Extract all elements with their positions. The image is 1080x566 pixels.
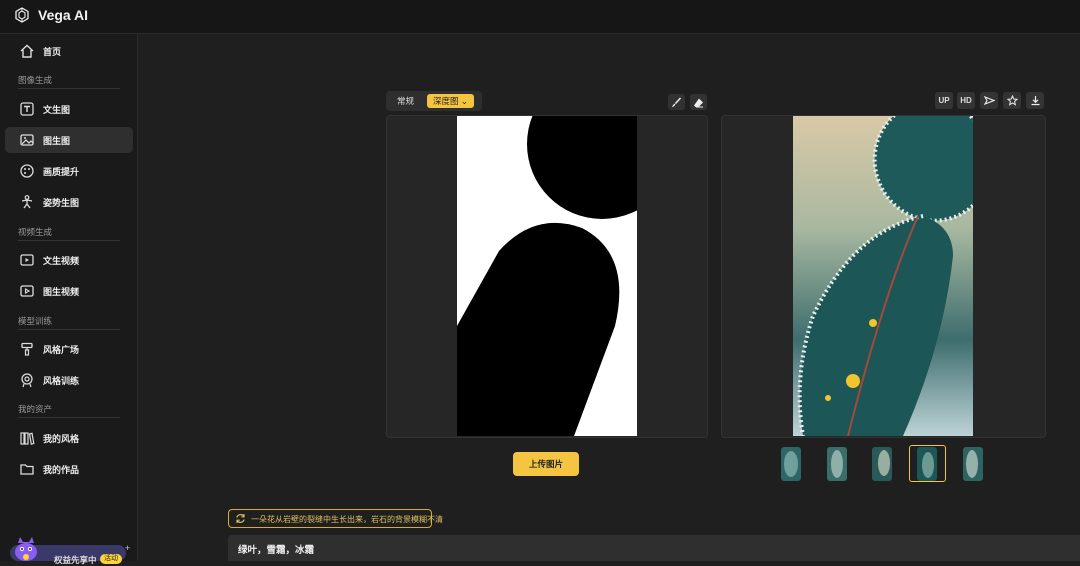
sidebar-item-label: 风格广场 xyxy=(43,345,80,355)
section-label-video-gen: 视频生成 xyxy=(18,227,53,237)
generated-leaf-image xyxy=(793,116,973,436)
thumbnail-5[interactable] xyxy=(963,447,983,481)
section-label-assets: 我的资产 xyxy=(18,404,53,414)
sidebar-item-label: 画质提升 xyxy=(43,167,80,177)
image-video-icon xyxy=(20,285,34,297)
sidebar-item-pose-to-image[interactable]: 姿势生图 xyxy=(5,189,133,215)
sidebar-item-label: 图生视频 xyxy=(43,287,80,297)
sidebar-item-label: 文生图 xyxy=(43,105,71,115)
mascot-icon xyxy=(15,537,37,561)
thumbnail-image xyxy=(781,447,801,481)
text-icon xyxy=(20,102,34,116)
thumbnail-1[interactable] xyxy=(781,447,801,481)
thumbnail-image xyxy=(827,447,847,481)
books-icon xyxy=(20,432,35,445)
style-train-icon xyxy=(21,373,33,388)
sidebar-item-home[interactable]: 首页 xyxy=(5,38,133,64)
sidebar-item-label: 姿势生图 xyxy=(43,198,80,208)
app-title: Vega AI xyxy=(38,7,89,23)
download-button[interactable] xyxy=(1026,92,1044,109)
sidebar-item-text-to-image[interactable]: 文生图 xyxy=(5,96,133,122)
sidebar-item-quality-upscale[interactable]: 画质提升 xyxy=(5,158,133,184)
thumbnail-image xyxy=(917,447,937,481)
promo-badge: 活动 xyxy=(100,554,122,564)
thumbnail-image xyxy=(963,447,983,481)
star-icon xyxy=(1006,95,1018,106)
app-logo[interactable]: Vega AI xyxy=(14,7,88,23)
thumbnail-image xyxy=(872,447,892,481)
eraser-button[interactable] xyxy=(690,94,707,110)
divider xyxy=(18,417,120,418)
sidebar-item-image-to-image[interactable]: 图生图 xyxy=(5,127,133,153)
section-label-model-train: 模型训练 xyxy=(18,316,53,326)
sidebar-item-style-training[interactable]: 风格训练 xyxy=(5,367,133,393)
tab-depth-label: 深度图 xyxy=(433,96,459,106)
promo-text: 权益先享中 xyxy=(54,555,97,565)
output-image-panel[interactable] xyxy=(721,115,1046,438)
style-plaza-icon xyxy=(21,342,33,356)
prompt-input[interactable]: 绿叶，雪霜，冰霜 xyxy=(228,535,1080,561)
promo-plus[interactable]: + xyxy=(125,543,130,553)
download-icon xyxy=(1031,96,1039,106)
input-image-panel[interactable] xyxy=(386,115,708,438)
favorite-button[interactable] xyxy=(1003,92,1021,109)
divider xyxy=(18,88,120,89)
brush-icon xyxy=(672,96,682,107)
depth-map-image xyxy=(457,116,637,436)
prompt-value: 绿叶，雪霜，冰霜 xyxy=(238,545,315,556)
sidebar-item-text-to-video[interactable]: 文生视频 xyxy=(5,247,133,273)
suggestion-text: 一朵花从岩壁的裂缝中生长出来，岩石的背景模糊不清 xyxy=(251,515,443,524)
sidebar-item-label: 图生图 xyxy=(43,136,71,146)
thumbnail-4[interactable] xyxy=(917,447,937,481)
thumbnail-2[interactable] xyxy=(827,447,847,481)
sidebar-item-label: 风格训练 xyxy=(43,376,80,386)
eraser-icon xyxy=(694,98,703,107)
section-label-image-gen: 图像生成 xyxy=(18,75,53,85)
sidebar-item-label: 我的作品 xyxy=(43,465,80,475)
palette-icon xyxy=(20,164,34,178)
sidebar-item-label: 首页 xyxy=(43,47,62,57)
sidebar-item-label: 我的风格 xyxy=(43,434,80,444)
text-video-icon xyxy=(20,254,34,266)
upload-image-button[interactable]: 上传图片 xyxy=(513,452,579,476)
top-bar: Vega AI xyxy=(0,0,1080,34)
sidebar-item-my-works[interactable]: 我的作品 xyxy=(5,456,133,482)
prompt-suggestion-chip[interactable]: 一朵花从岩壁的裂缝中生长出来，岩石的背景模糊不清 xyxy=(228,509,443,528)
folder-icon xyxy=(20,464,34,475)
sidebar-item-label: 文生视频 xyxy=(43,256,80,266)
image-icon xyxy=(20,134,34,146)
share-button[interactable] xyxy=(980,92,998,109)
chevron-down-icon: ⌄ xyxy=(460,96,469,106)
upscale-up-button[interactable]: UP xyxy=(935,92,953,109)
home-icon xyxy=(20,44,34,58)
logo-icon xyxy=(15,7,29,23)
sidebar-item-image-to-video[interactable]: 图生视频 xyxy=(5,278,133,304)
refresh-icon xyxy=(236,514,245,523)
sidebar-item-style-plaza[interactable]: 风格广场 xyxy=(5,336,133,362)
send-icon xyxy=(983,96,995,105)
mode-tabs: 常规 深度图 ⌄ xyxy=(386,91,482,111)
tab-normal[interactable]: 常规 xyxy=(391,94,420,108)
thumbnail-3[interactable] xyxy=(872,447,892,481)
divider xyxy=(18,329,120,330)
hd-button[interactable]: HD xyxy=(957,92,975,109)
pose-icon xyxy=(21,195,33,209)
divider xyxy=(18,240,120,241)
tab-depth-map[interactable]: 深度图 ⌄ xyxy=(427,94,475,108)
sidebar-item-my-styles[interactable]: 我的风格 xyxy=(5,425,133,451)
brush-button[interactable] xyxy=(668,94,685,110)
